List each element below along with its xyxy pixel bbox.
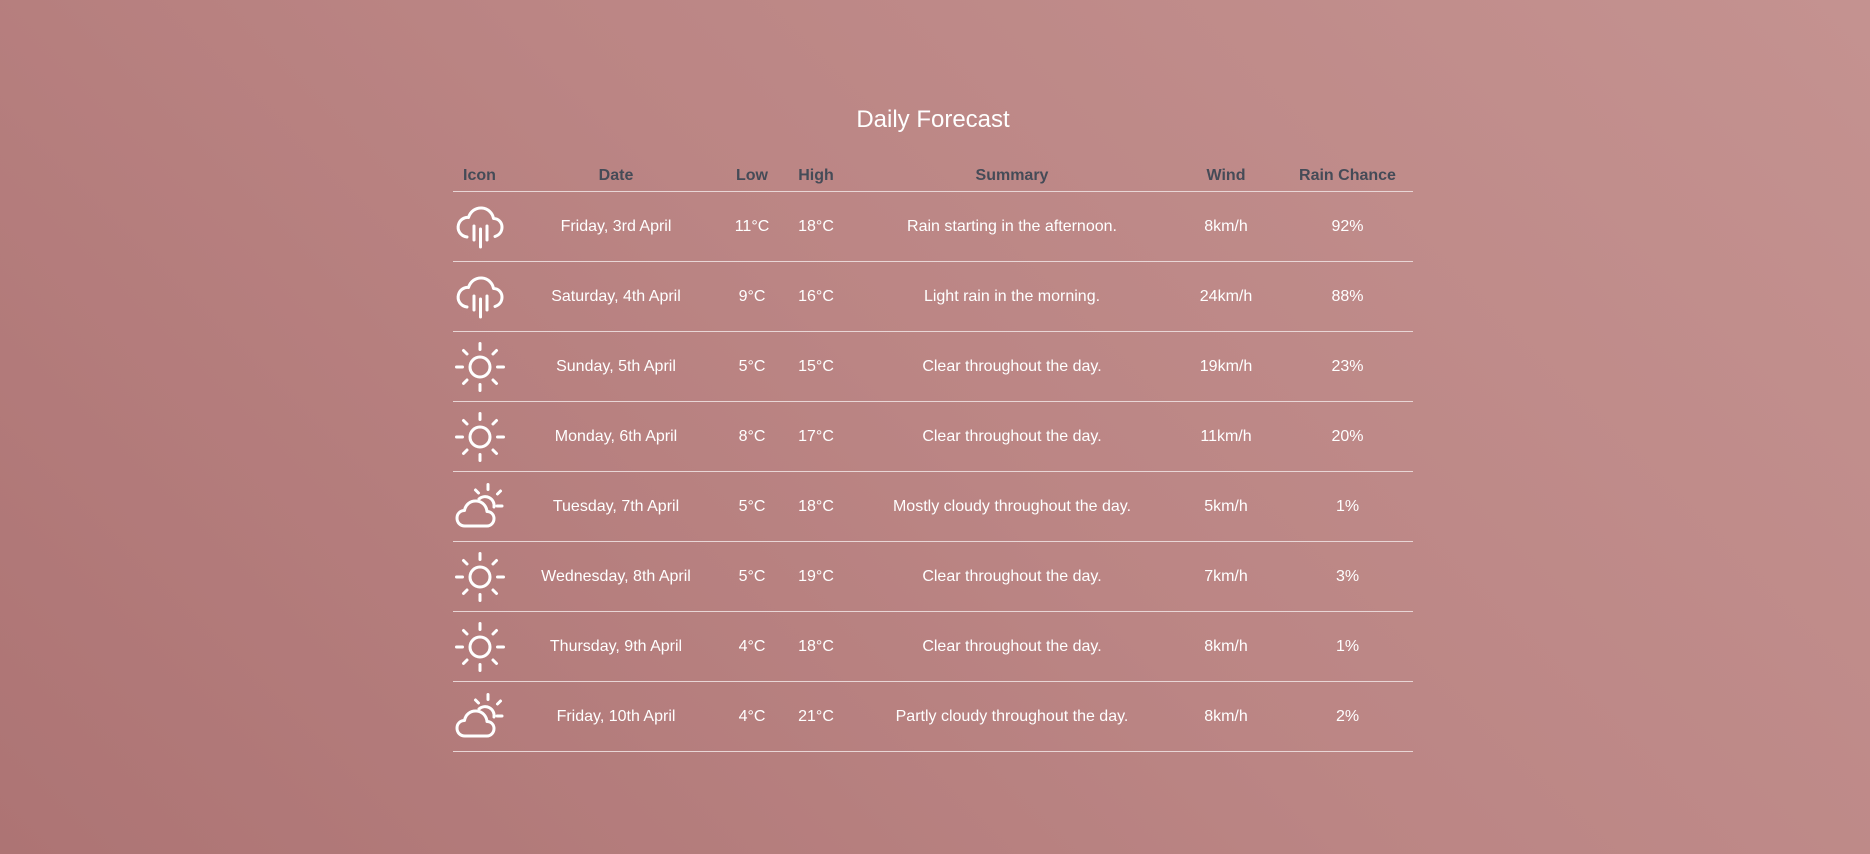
column-header-rain-chance: Rain Chance xyxy=(1282,160,1413,192)
table-row: Saturday, 4th April 9°C 16°C Light rain … xyxy=(453,261,1413,332)
date-cell: Friday, 10th April xyxy=(506,681,726,752)
high-temp-cell: 21°C xyxy=(778,681,854,752)
column-header-wind: Wind xyxy=(1170,160,1282,192)
summary-cell: Clear throughout the day. xyxy=(854,401,1170,472)
rain-chance-cell: 1% xyxy=(1282,611,1413,682)
high-temp-cell: 18°C xyxy=(778,191,854,262)
low-temp-cell: 5°C xyxy=(726,541,778,612)
wind-cell: 8km/h xyxy=(1170,681,1282,752)
page-title: Daily Forecast xyxy=(856,106,1010,133)
high-temp-cell: 16°C xyxy=(778,261,854,332)
table-row: Monday, 6th April 8°C 17°C Clear through… xyxy=(453,401,1413,472)
wind-cell: 5km/h xyxy=(1170,471,1282,542)
rain-icon xyxy=(455,272,505,322)
wind-cell: 11km/h xyxy=(1170,401,1282,472)
low-temp-cell: 9°C xyxy=(726,261,778,332)
sun-icon xyxy=(455,411,505,462)
forecast-table-header: Icon Date Low High Summary Wind Rain Cha… xyxy=(453,160,1413,192)
summary-cell: Clear throughout the day. xyxy=(854,331,1170,402)
header-row: Icon Date Low High Summary Wind Rain Cha… xyxy=(453,160,1413,192)
sun-icon xyxy=(455,341,505,392)
low-temp-cell: 4°C xyxy=(726,611,778,682)
date-cell: Saturday, 4th April xyxy=(506,261,726,332)
table-row: Thursday, 9th April 4°C 18°C Clear throu… xyxy=(453,611,1413,682)
high-temp-cell: 19°C xyxy=(778,541,854,612)
column-header-high: High xyxy=(778,160,854,192)
date-cell: Wednesday, 8th April xyxy=(506,541,726,612)
rain-chance-cell: 2% xyxy=(1282,681,1413,752)
wind-cell: 19km/h xyxy=(1170,331,1282,402)
high-temp-cell: 15°C xyxy=(778,331,854,402)
rain-chance-cell: 23% xyxy=(1282,331,1413,402)
table-row: Sunday, 5th April 5°C 15°C Clear through… xyxy=(453,331,1413,402)
summary-cell: Clear throughout the day. xyxy=(854,541,1170,612)
table-row: Friday, 10th April 4°C 21°C Partly cloud… xyxy=(453,681,1413,752)
date-cell: Sunday, 5th April xyxy=(506,331,726,402)
column-header-date: Date xyxy=(506,160,726,192)
table-row: Wednesday, 8th April 5°C 19°C Clear thro… xyxy=(453,541,1413,612)
date-cell: Friday, 3rd April xyxy=(506,191,726,262)
date-cell: Monday, 6th April xyxy=(506,401,726,472)
column-header-low: Low xyxy=(726,160,778,192)
high-temp-cell: 17°C xyxy=(778,401,854,472)
summary-cell: Light rain in the morning. xyxy=(854,261,1170,332)
forecast-table: Icon Date Low High Summary Wind Rain Cha… xyxy=(453,160,1413,752)
low-temp-cell: 8°C xyxy=(726,401,778,472)
summary-cell: Rain starting in the afternoon. xyxy=(854,191,1170,262)
low-temp-cell: 5°C xyxy=(726,331,778,402)
high-temp-cell: 18°C xyxy=(778,611,854,682)
high-temp-cell: 18°C xyxy=(778,471,854,542)
rain-chance-cell: 92% xyxy=(1282,191,1413,262)
table-row: Tuesday, 7th April 5°C 18°C Mostly cloud… xyxy=(453,471,1413,542)
date-cell: Tuesday, 7th April xyxy=(506,471,726,542)
partly-cloudy-icon xyxy=(455,692,505,742)
summary-cell: Mostly cloudy throughout the day. xyxy=(854,471,1170,542)
forecast-table-body: Friday, 3rd April 11°C 18°C Rain startin… xyxy=(453,191,1413,752)
summary-cell: Clear throughout the day. xyxy=(854,611,1170,682)
wind-cell: 8km/h xyxy=(1170,611,1282,682)
sun-icon xyxy=(455,551,505,602)
low-temp-cell: 4°C xyxy=(726,681,778,752)
rain-chance-cell: 20% xyxy=(1282,401,1413,472)
rain-chance-cell: 88% xyxy=(1282,261,1413,332)
date-cell: Thursday, 9th April xyxy=(506,611,726,682)
low-temp-cell: 11°C xyxy=(726,191,778,262)
table-row: Friday, 3rd April 11°C 18°C Rain startin… xyxy=(453,191,1413,262)
wind-cell: 24km/h xyxy=(1170,261,1282,332)
wind-cell: 8km/h xyxy=(1170,191,1282,262)
column-header-summary: Summary xyxy=(854,160,1170,192)
rain-chance-cell: 3% xyxy=(1282,541,1413,612)
wind-cell: 7km/h xyxy=(1170,541,1282,612)
low-temp-cell: 5°C xyxy=(726,471,778,542)
sun-icon xyxy=(455,621,505,672)
rain-icon xyxy=(455,202,505,252)
column-header-icon: Icon xyxy=(453,160,506,192)
partly-cloudy-icon xyxy=(455,482,505,532)
summary-cell: Partly cloudy throughout the day. xyxy=(854,681,1170,752)
rain-chance-cell: 1% xyxy=(1282,471,1413,542)
